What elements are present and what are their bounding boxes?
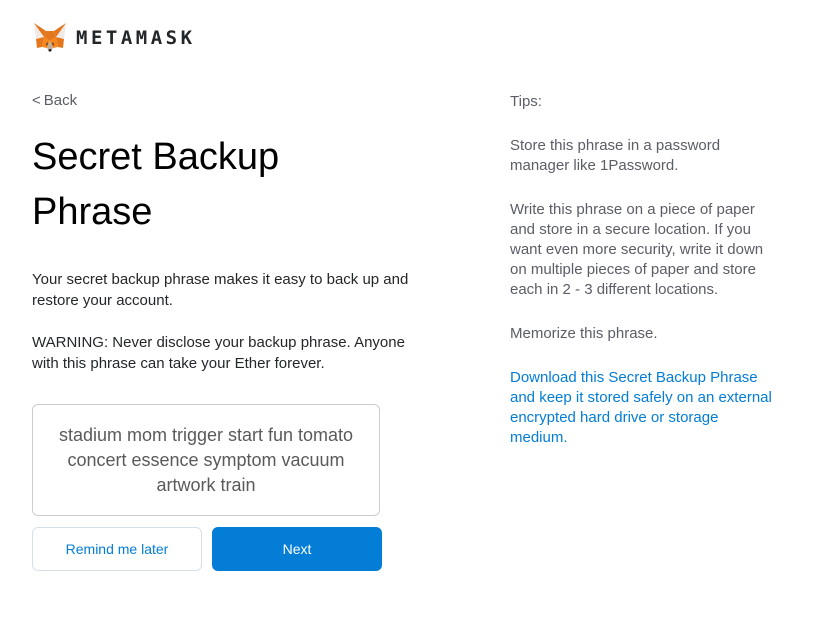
- tip-item: Memorize this phrase.: [510, 325, 658, 342]
- chevron-left-icon: <: [32, 92, 41, 109]
- metamask-fox-icon: [34, 23, 66, 52]
- download-phrase-link[interactable]: Download this Secret Backup Phrase and k…: [510, 368, 780, 448]
- brand-wordmark: METAMASK: [76, 27, 196, 49]
- app-header: METAMASK: [32, 20, 196, 56]
- tips-heading: Tips:: [510, 93, 542, 110]
- tip-item: Write this phrase on a piece of paper an…: [510, 201, 764, 298]
- main-content: < Back Secret Backup Phrase Your secret b…: [32, 92, 452, 374]
- remind-later-button[interactable]: Remind me later: [32, 527, 202, 571]
- page-title: Secret Backup Phrase: [32, 136, 280, 233]
- back-link[interactable]: < Back: [32, 92, 77, 109]
- back-label: Back: [43, 92, 78, 109]
- warning-text: WARNING: Never disclose your backup phra…: [32, 334, 405, 372]
- seed-phrase-text: stadium mom trigger start fun tomato con…: [58, 424, 354, 495]
- description-text: Your secret backup phrase makes it easy …: [32, 271, 409, 309]
- next-button[interactable]: Next: [212, 527, 382, 571]
- tip-item: Store this phrase in a password manager …: [510, 137, 721, 174]
- tips-panel: Tips: Store this phrase in a password ma…: [510, 92, 780, 472]
- seed-phrase-box[interactable]: stadium mom trigger start fun tomato con…: [32, 404, 380, 516]
